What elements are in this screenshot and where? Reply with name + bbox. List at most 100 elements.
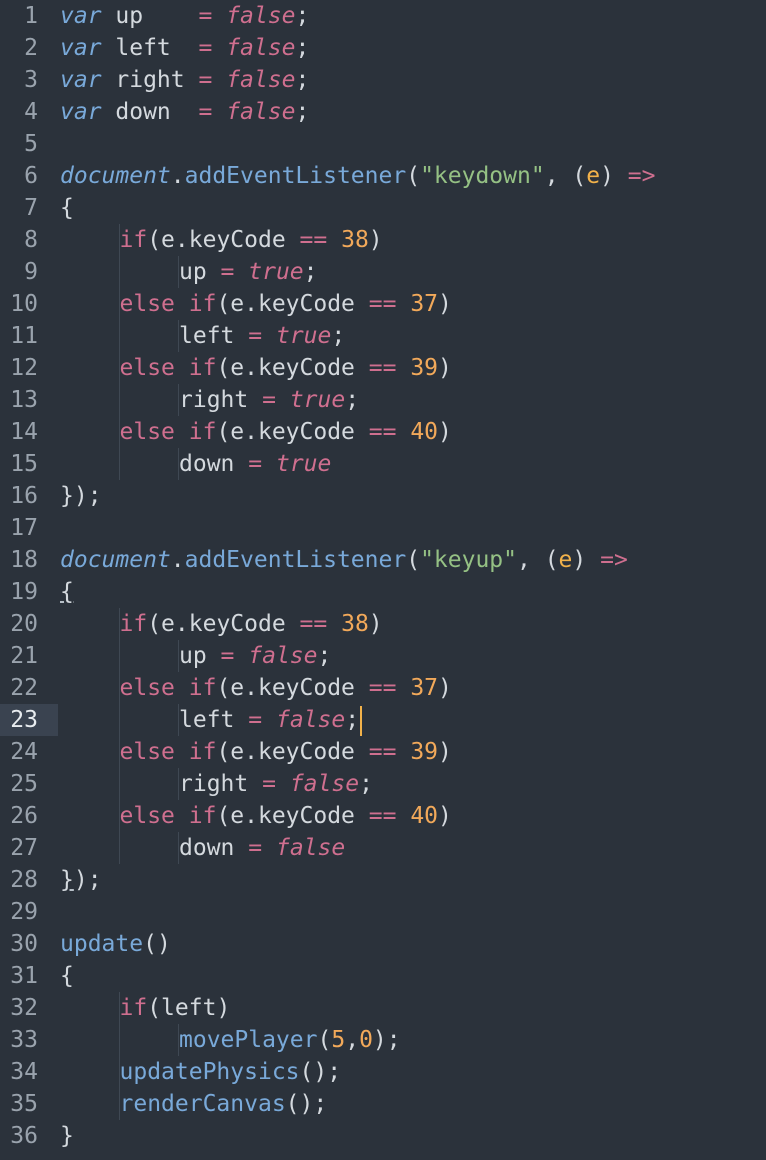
- code-token: {: [60, 579, 74, 605]
- code-line[interactable]: 28});: [0, 864, 766, 896]
- code-token: document: [60, 547, 171, 573]
- code-line[interactable]: 35 renderCanvas();: [0, 1088, 766, 1120]
- code-line[interactable]: 23 left = false;: [0, 704, 766, 736]
- line-number: 27: [10, 835, 38, 861]
- code-line[interactable]: 33 movePlayer(5,0);: [0, 1024, 766, 1056]
- code-text: down = true: [179, 448, 331, 480]
- code-line[interactable]: 9 up = true;: [0, 256, 766, 288]
- indent-guide: [118, 768, 120, 800]
- code-token: ==: [368, 291, 397, 317]
- code-token: =: [248, 451, 263, 477]
- code-line[interactable]: 22 else if(e.keyCode == 37): [0, 672, 766, 704]
- indent-guide: [118, 320, 120, 352]
- code-token: ;: [295, 35, 310, 61]
- code-line[interactable]: 10 else if(e.keyCode == 37): [0, 288, 766, 320]
- code-line[interactable]: 29: [0, 896, 766, 928]
- code-token: (e.keyCode: [216, 355, 369, 381]
- code-line[interactable]: 24 else if(e.keyCode == 39): [0, 736, 766, 768]
- line-number: 19: [10, 579, 38, 605]
- code-line[interactable]: 11 left = true;: [0, 320, 766, 352]
- code-token: ;: [317, 643, 332, 669]
- code-token: false: [226, 99, 296, 125]
- code-token: ;: [303, 259, 318, 285]
- code-text: up = true;: [179, 256, 318, 288]
- line-number: 35: [10, 1091, 38, 1117]
- code-token: ): [572, 547, 601, 573]
- code-line[interactable]: 7{: [0, 192, 766, 224]
- code-line[interactable]: 14 else if(e.keyCode == 40): [0, 416, 766, 448]
- code-line[interactable]: 30 update(): [0, 928, 766, 960]
- code-line[interactable]: 25 right = false;: [0, 768, 766, 800]
- code-text: if(e.keyCode == 38): [120, 608, 383, 640]
- code-token: false: [226, 35, 296, 61]
- code-line[interactable]: 18 document.addEventListener("keyup", (e)…: [0, 544, 766, 576]
- code-line[interactable]: 17: [0, 512, 766, 544]
- code-token: (: [317, 1027, 332, 1053]
- code-line[interactable]: 5: [0, 128, 766, 160]
- code-token: "keyup": [420, 547, 517, 573]
- code-token: ;: [295, 67, 310, 93]
- code-line[interactable]: 6 document.addEventListener("keydown", (e…: [0, 160, 766, 192]
- code-token: ==: [368, 803, 397, 829]
- code-text: if(left): [120, 992, 231, 1024]
- code-line[interactable]: 31 {: [0, 960, 766, 992]
- code-token: =: [220, 643, 235, 669]
- code-token: else if: [119, 739, 217, 765]
- code-token: ;: [345, 707, 360, 733]
- code-token: (e.keyCode: [147, 611, 300, 637]
- code-token: false: [275, 835, 346, 861]
- line-number: 36: [10, 1123, 38, 1149]
- code-text: {: [60, 192, 74, 224]
- code-token: e: [586, 163, 601, 189]
- code-line[interactable]: 21 up = false;: [0, 640, 766, 672]
- code-editor[interactable]: 1 var up = false; 2 var left = false; 3 var r…: [0, 0, 766, 1160]
- code-line[interactable]: 15 down = true: [0, 448, 766, 480]
- code-token: ==: [368, 419, 397, 445]
- code-token: up: [101, 3, 199, 29]
- code-line[interactable]: 16});: [0, 480, 766, 512]
- code-token: =: [248, 707, 263, 733]
- code-token: false: [248, 643, 318, 669]
- code-token: =>: [627, 163, 656, 189]
- code-token: 37: [410, 675, 439, 701]
- code-token: {: [60, 963, 74, 989]
- code-line[interactable]: 32 if(left): [0, 992, 766, 1024]
- code-line[interactable]: 2 var left = false;: [0, 32, 766, 64]
- code-line[interactable]: 26 else if(e.keyCode == 40): [0, 800, 766, 832]
- code-text: left = false;: [179, 704, 363, 736]
- line-number: 3: [24, 67, 38, 93]
- code-token: ): [368, 611, 383, 637]
- code-line[interactable]: 19 {: [0, 576, 766, 608]
- code-token: =: [262, 387, 276, 413]
- code-token: (left): [147, 995, 231, 1021]
- text-cursor: [360, 705, 363, 736]
- line-number: 25: [10, 771, 38, 797]
- code-line[interactable]: 1 var up = false;: [0, 0, 766, 32]
- code-token: right: [179, 771, 263, 797]
- line-number: 11: [10, 323, 38, 349]
- indent-guide: [118, 384, 120, 416]
- code-line[interactable]: 13 right = true;: [0, 384, 766, 416]
- code-line[interactable]: 8 if(e.keyCode == 38): [0, 224, 766, 256]
- line-number: 7: [24, 195, 38, 221]
- code-line[interactable]: 34 updatePhysics();: [0, 1056, 766, 1088]
- code-line[interactable]: 27 down = false: [0, 832, 766, 864]
- code-token: ): [368, 227, 383, 253]
- code-line[interactable]: 20 if(e.keyCode == 38): [0, 608, 766, 640]
- code-token: ): [438, 419, 452, 445]
- code-line[interactable]: 12 else if(e.keyCode == 39): [0, 352, 766, 384]
- line-number: 18: [10, 547, 38, 573]
- code-line[interactable]: 36}: [0, 1120, 766, 1152]
- indent-guide: [118, 256, 120, 288]
- line-number: 15: [10, 451, 38, 477]
- code-line[interactable]: 4 var down = false;: [0, 96, 766, 128]
- line-number: 9: [24, 259, 38, 285]
- code-line[interactable]: 3 var right = false;: [0, 64, 766, 96]
- code-token: ;: [295, 99, 310, 125]
- code-token: if: [119, 611, 148, 637]
- code-text: else if(e.keyCode == 40): [120, 416, 452, 448]
- code-token: var: [60, 99, 102, 125]
